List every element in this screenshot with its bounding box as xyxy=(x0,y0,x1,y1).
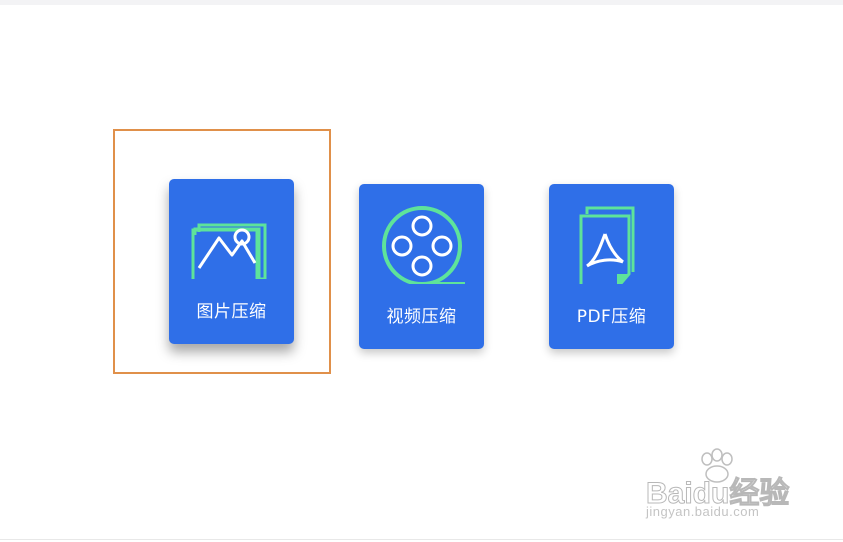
top-divider xyxy=(0,0,843,5)
bottom-divider xyxy=(0,539,843,540)
pdf-compress-card[interactable]: PDF压缩 xyxy=(549,184,674,349)
film-reel-icon xyxy=(382,206,465,284)
video-compress-card[interactable]: 视频压缩 xyxy=(359,184,484,349)
card-label: 视频压缩 xyxy=(386,307,457,327)
image-compress-card[interactable]: 图片压缩 xyxy=(169,179,294,344)
paw-logo-icon xyxy=(701,448,733,483)
watermark-logo-text: Baidu经验 xyxy=(645,477,790,511)
card-label: 图片压缩 xyxy=(196,302,267,322)
watermark-url: jingyan.baidu.com xyxy=(646,504,760,519)
pdf-document-icon xyxy=(579,206,635,284)
baidu-jingyan-watermark: Baidu经验 jingyan.baidu.com xyxy=(644,448,804,528)
card-label: PDF压缩 xyxy=(576,307,647,327)
image-icon xyxy=(191,223,267,279)
